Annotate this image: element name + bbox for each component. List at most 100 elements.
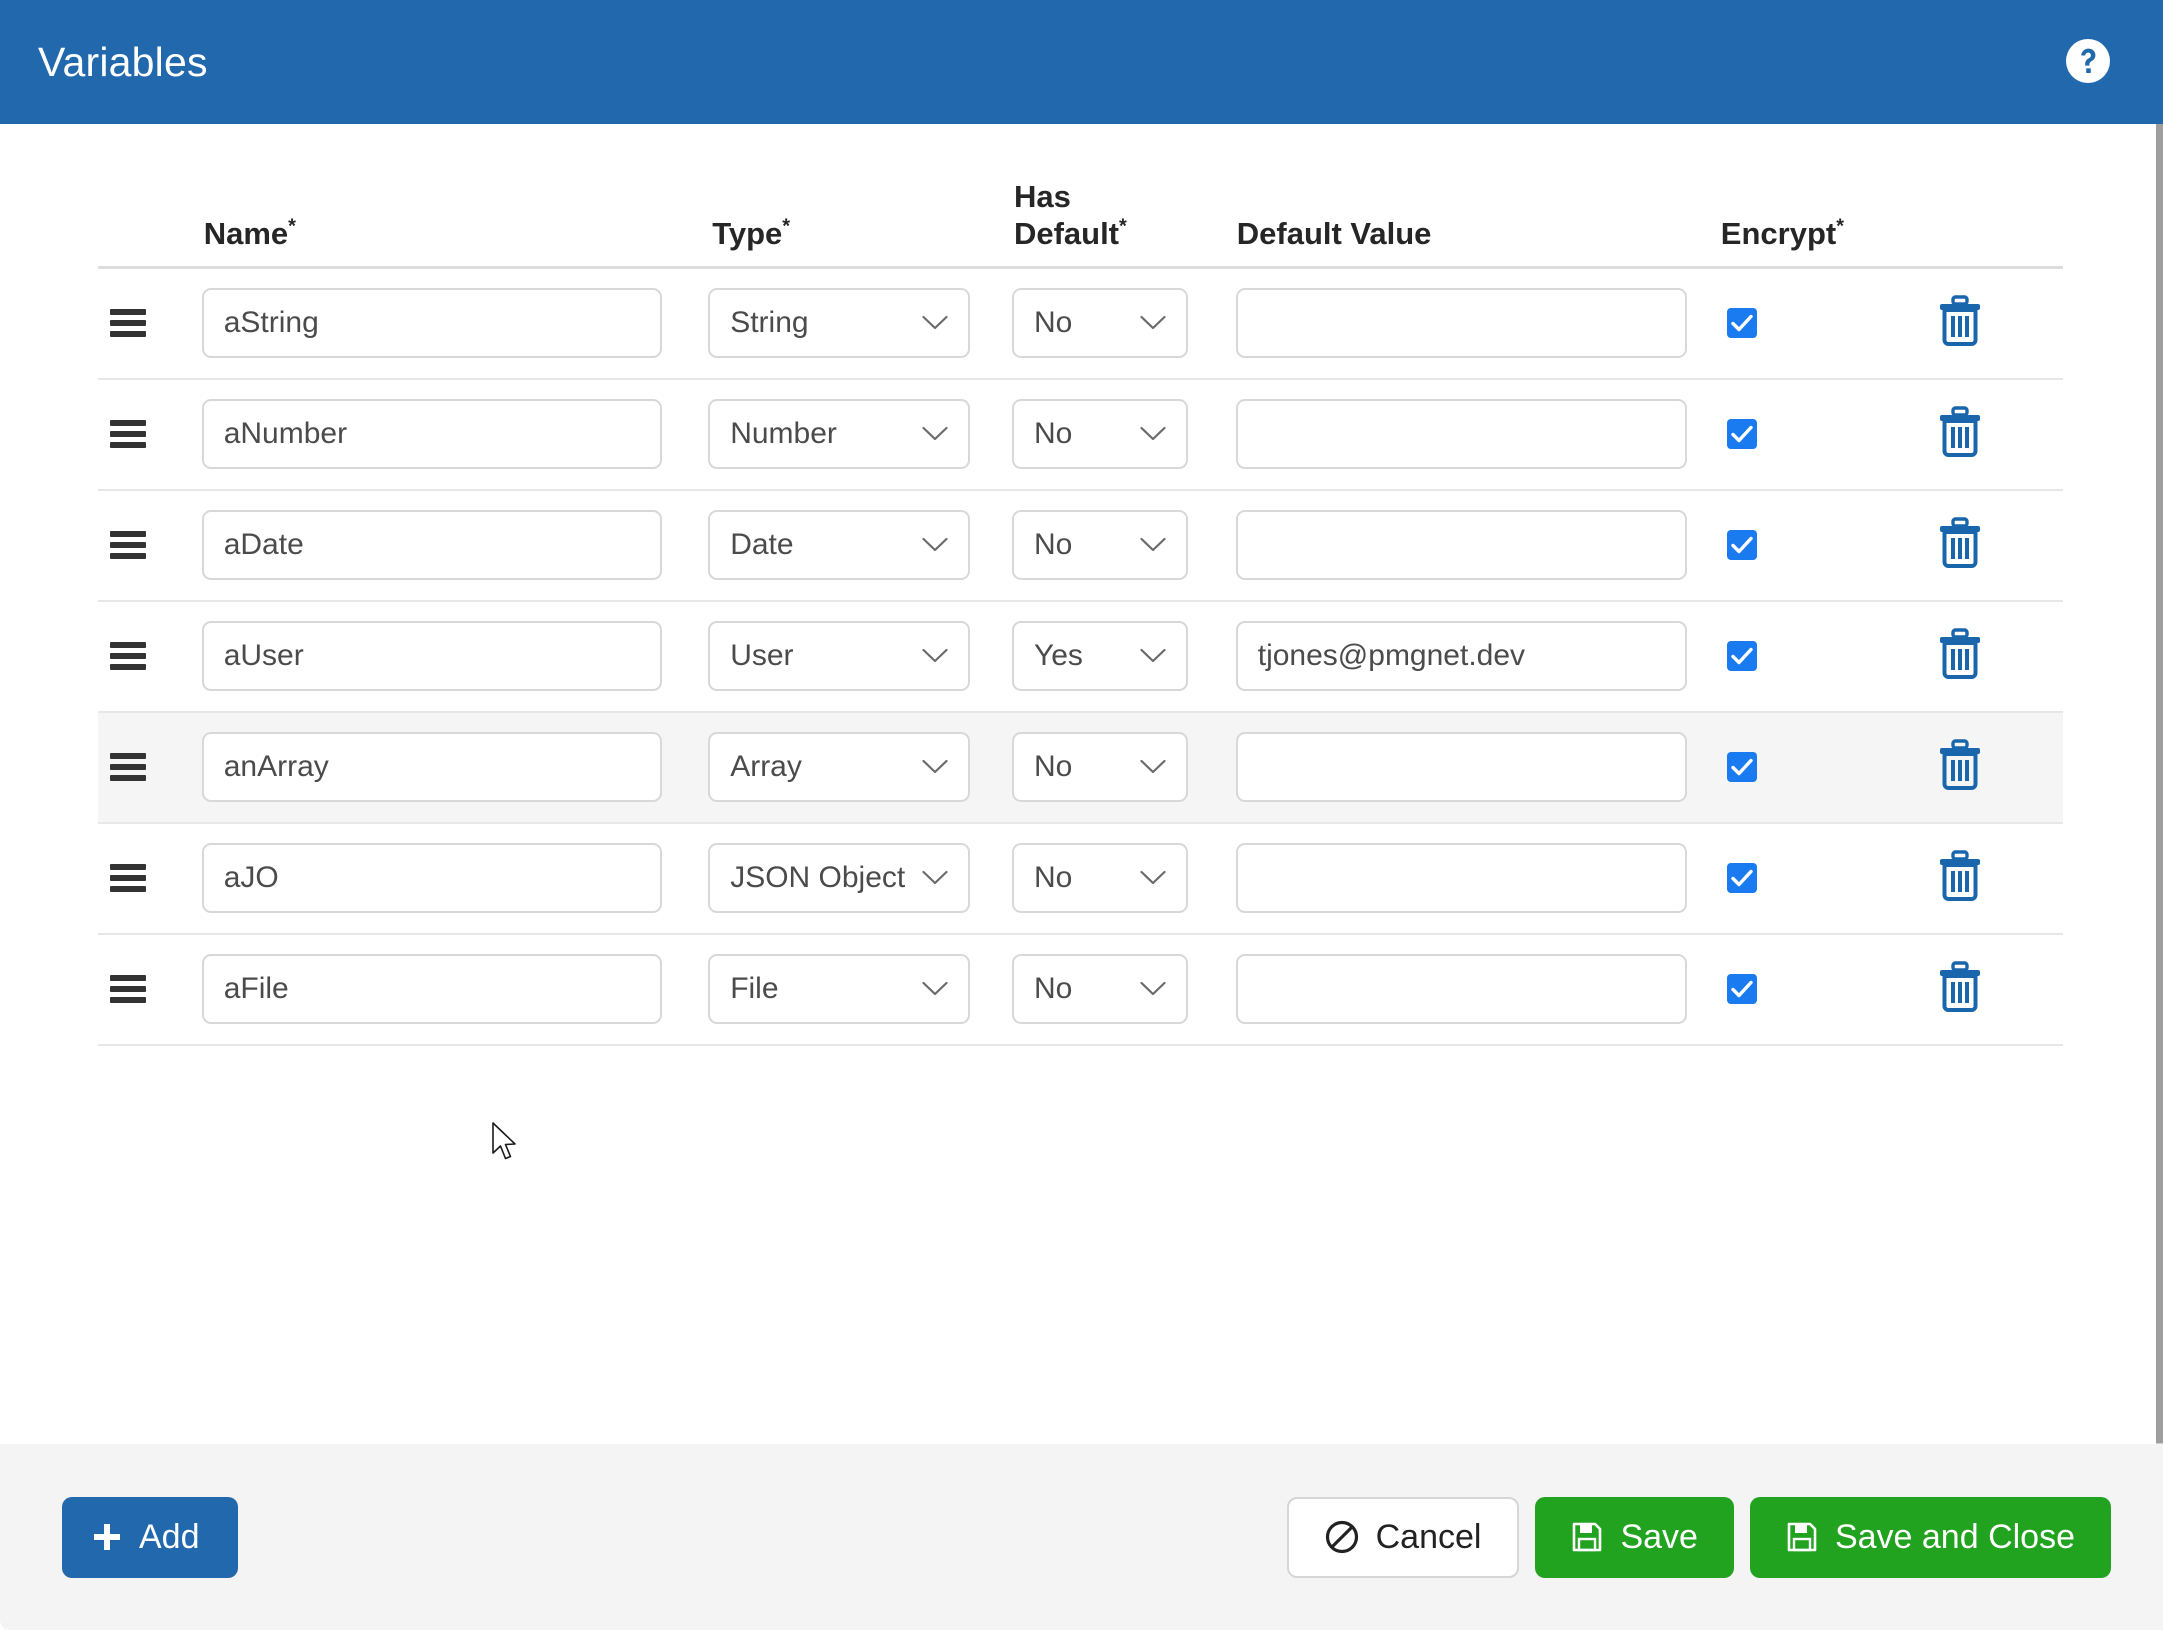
encrypt-checkbox[interactable] <box>1726 974 1757 1005</box>
name-input[interactable] <box>201 510 663 581</box>
has-default-select[interactable]: No <box>1011 843 1188 914</box>
encrypt-checkbox[interactable] <box>1726 530 1757 561</box>
encrypt-checkbox[interactable] <box>1726 308 1757 339</box>
column-header-default-value-label: Default Value <box>1236 215 1432 251</box>
type-select[interactable]: String <box>708 288 970 359</box>
drag-handle-icon[interactable] <box>110 753 146 782</box>
type-select-value: String <box>730 306 809 340</box>
name-input[interactable] <box>201 399 663 470</box>
type-select[interactable]: Array <box>708 732 970 803</box>
table-row: String No <box>98 268 2063 379</box>
required-marker: * <box>1119 215 1127 238</box>
has-default-select[interactable]: No <box>1011 732 1188 803</box>
name-input[interactable] <box>201 954 663 1025</box>
default-value-input[interactable] <box>1235 732 1687 803</box>
row-has-default-cell: No <box>992 934 1212 1045</box>
save-button-label: Save <box>1620 1517 1698 1556</box>
has-default-select-value: No <box>1033 861 1073 895</box>
trash-icon <box>1936 738 1984 796</box>
mouse-pointer-icon <box>492 1122 522 1164</box>
encrypt-checkbox[interactable] <box>1726 641 1757 672</box>
delete-row-button[interactable] <box>1936 738 1984 796</box>
default-value-input[interactable] <box>1235 954 1687 1025</box>
required-marker: * <box>288 215 296 238</box>
drag-handle-icon[interactable] <box>110 531 146 560</box>
row-encrypt-cell <box>1709 268 1892 379</box>
delete-row-button[interactable] <box>1936 960 1984 1018</box>
name-input[interactable] <box>201 288 663 359</box>
type-select-value: User <box>730 639 794 673</box>
chevron-down-icon <box>922 316 948 330</box>
drag-handle-icon[interactable] <box>110 420 146 449</box>
default-value-input[interactable] <box>1235 399 1687 470</box>
trash-icon <box>1936 405 1984 463</box>
default-value-input[interactable] <box>1235 510 1687 581</box>
has-default-select-value: No <box>1033 972 1073 1006</box>
floppy-disk-icon <box>1786 1521 1818 1553</box>
chevron-down-icon <box>922 427 948 441</box>
delete-row-button[interactable] <box>1936 405 1984 463</box>
drag-handle-icon[interactable] <box>110 309 146 338</box>
type-select[interactable]: JSON Object <box>708 843 970 914</box>
has-default-select[interactable]: No <box>1011 288 1188 359</box>
delete-row-button[interactable] <box>1936 849 1984 904</box>
encrypt-checkbox[interactable] <box>1726 752 1757 783</box>
row-name-cell <box>174 490 684 601</box>
row-has-default-cell: No <box>992 379 1212 490</box>
save-and-close-button[interactable]: Save and Close <box>1749 1496 2111 1578</box>
column-header-has-default-line2: Default <box>1013 215 1120 251</box>
delete-row-button[interactable] <box>1936 627 1984 682</box>
row-delete-cell <box>1892 490 2063 601</box>
row-handle-cell <box>98 601 174 712</box>
cancel-button[interactable]: Cancel <box>1286 1496 1520 1578</box>
type-select[interactable]: User <box>708 621 970 692</box>
delete-row-button[interactable] <box>1936 295 1984 349</box>
has-default-select[interactable]: No <box>1011 399 1188 470</box>
chevron-down-icon <box>1140 427 1166 441</box>
row-type-cell: User <box>684 601 992 712</box>
has-default-select[interactable]: No <box>1011 510 1188 581</box>
table-header: Name* Type* Has Default* Default Value En… <box>98 179 2063 268</box>
default-value-input[interactable] <box>1235 621 1687 692</box>
chevron-down-icon <box>922 871 948 885</box>
encrypt-checkbox[interactable] <box>1726 419 1757 450</box>
chevron-down-icon <box>922 760 948 774</box>
column-header-name: Name* <box>174 179 684 268</box>
dialog-body: Name* Type* Has Default* Default Value En… <box>0 124 2163 1444</box>
column-header-handle <box>98 179 174 268</box>
has-default-select-value: No <box>1033 306 1073 340</box>
type-select[interactable]: Number <box>708 399 970 470</box>
row-default-value-cell <box>1212 601 1709 712</box>
trash-icon <box>1936 516 1984 574</box>
drag-handle-icon[interactable] <box>110 975 146 1004</box>
name-input[interactable] <box>201 621 663 692</box>
type-select[interactable]: File <box>708 954 970 1025</box>
row-encrypt-cell <box>1709 379 1892 490</box>
save-and-close-button-label: Save and Close <box>1834 1517 2075 1556</box>
name-input[interactable] <box>201 732 663 803</box>
help-button[interactable] <box>2065 38 2111 85</box>
table-header-row: Name* Type* Has Default* Default Value En… <box>98 179 2063 268</box>
row-type-cell: JSON Object <box>684 823 992 934</box>
drag-handle-icon[interactable] <box>110 864 146 893</box>
delete-row-button[interactable] <box>1936 516 1984 574</box>
scrollbar-thumb[interactable] <box>2156 124 2163 1443</box>
save-button[interactable]: Save <box>1535 1496 1734 1578</box>
footer-actions: Cancel Save Save and Close <box>1286 1496 2111 1578</box>
name-input[interactable] <box>201 843 663 914</box>
type-select[interactable]: Date <box>708 510 970 581</box>
row-handle-cell <box>98 934 174 1045</box>
has-default-select[interactable]: No <box>1011 954 1188 1025</box>
encrypt-checkbox[interactable] <box>1726 863 1757 894</box>
row-encrypt-cell <box>1709 490 1892 601</box>
default-value-input[interactable] <box>1235 288 1687 359</box>
add-button[interactable]: Add <box>62 1496 238 1578</box>
row-delete-cell <box>1892 823 2063 934</box>
trash-icon <box>1936 960 1984 1018</box>
row-name-cell <box>174 934 684 1045</box>
has-default-select[interactable]: Yes <box>1011 621 1188 692</box>
drag-handle-icon[interactable] <box>110 642 146 671</box>
row-default-value-cell <box>1212 712 1709 823</box>
dialog-footer: Add Cancel Save Save and Close <box>0 1444 2163 1630</box>
default-value-input[interactable] <box>1235 843 1687 914</box>
